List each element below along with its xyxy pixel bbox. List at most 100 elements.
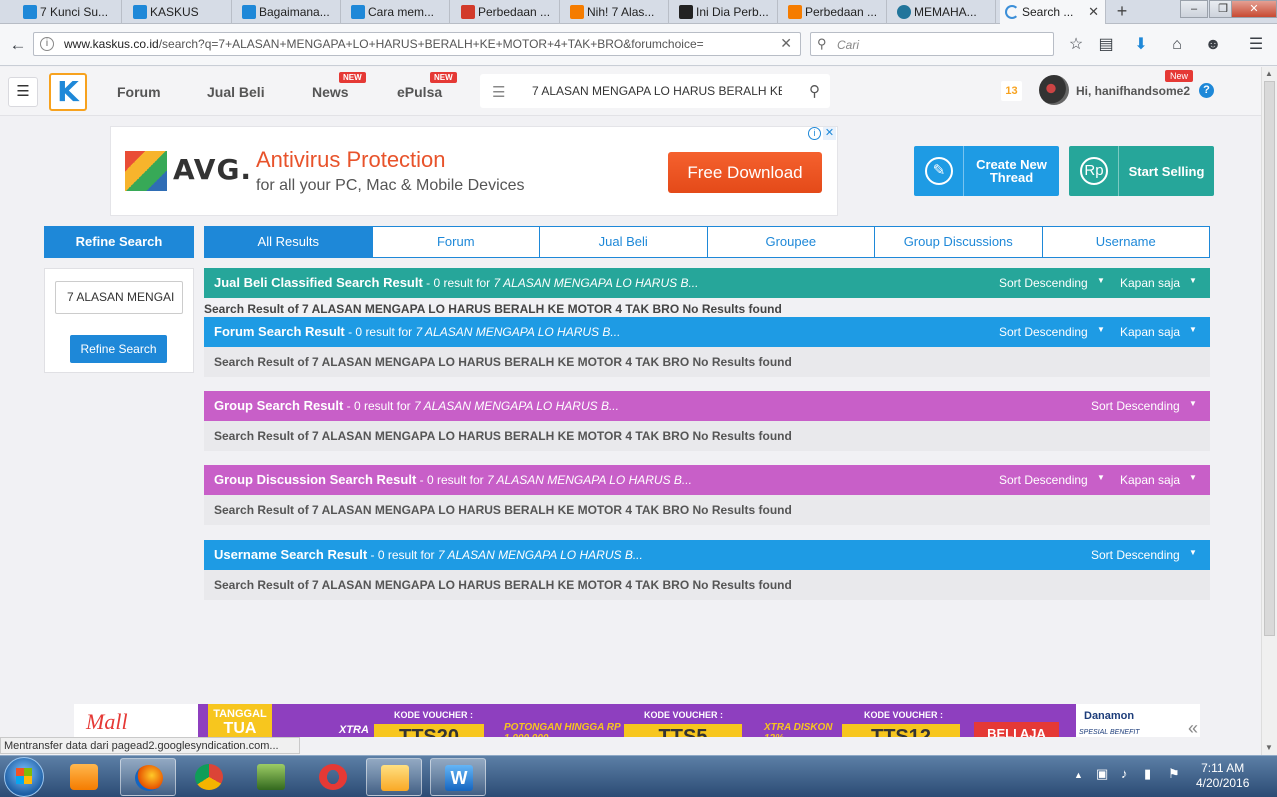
new-badge: NEW (430, 72, 457, 83)
browser-tab[interactable]: Cara mem... (346, 0, 450, 24)
tab-forum[interactable]: Forum (372, 226, 540, 258)
close-tab-icon[interactable]: ✕ (1088, 4, 1099, 20)
tray-device-icon[interactable]: ▣ (1096, 766, 1108, 782)
nav-jual-beli[interactable]: Jual Beli (207, 84, 265, 100)
nav-news[interactable]: News (312, 84, 349, 100)
new-badge: NEW (339, 72, 366, 83)
chrome-taskbar-button[interactable] (181, 758, 237, 796)
site-search-input[interactable]: 7 ALASAN MENGAPA LO HARUS BERALH KE M (532, 84, 782, 98)
list-icon[interactable]: ☰ (492, 83, 505, 101)
browser-tab[interactable]: Bagaimana... (237, 0, 341, 24)
collapse-arrow-icon[interactable]: « (1188, 718, 1198, 737)
browser-tab[interactable]: MEMAHA... (892, 0, 996, 24)
voucher-label: KODE VOUCHER : (644, 710, 724, 720)
media-player-taskbar-button[interactable] (56, 758, 112, 796)
sort-dropdown[interactable]: Sort Descending (999, 276, 1088, 290)
refine-search-button[interactable]: Refine Search (70, 335, 167, 363)
beli-aja-button[interactable]: BELI AJA (974, 722, 1059, 737)
free-download-button[interactable]: Free Download (668, 152, 822, 193)
reading-list-icon[interactable]: ▤ (1093, 32, 1119, 58)
create-thread-button[interactable]: ✎ Create New Thread (914, 146, 1059, 196)
web-page: ☰ K Forum Jual Beli News NEW ePulsa NEW … (0, 67, 1261, 737)
ad-close-icon[interactable]: ✕ (823, 127, 836, 140)
menu-icon[interactable]: ☰ (1243, 32, 1269, 58)
minimize-button[interactable]: – (1180, 0, 1208, 18)
network-icon[interactable]: ▮ (1144, 766, 1151, 782)
system-clock[interactable]: 7:11 AM 4/20/2016 (1196, 761, 1249, 791)
result-filter-tabs: All Results Forum Jual Beli Groupee Grou… (204, 226, 1210, 258)
window-close-button[interactable]: ✕ (1231, 0, 1277, 18)
caret-down-icon: ▼ (1189, 548, 1197, 557)
ad-info-icon[interactable]: i (808, 127, 821, 140)
back-arrow-icon[interactable]: ← (5, 32, 31, 58)
kaskus-logo[interactable]: K (49, 73, 87, 111)
nav-epulsa[interactable]: ePulsa (397, 84, 442, 100)
sort-dropdown[interactable]: Sort Descending (999, 473, 1088, 487)
tab-all-results[interactable]: All Results (204, 226, 373, 258)
result-empty-text: Search Result of 7 ALASAN MENGAPA LO HAR… (204, 495, 1210, 525)
avatar[interactable] (1039, 75, 1069, 105)
browser-search-input[interactable]: ⚲ Cari (810, 32, 1054, 56)
refine-search-input[interactable]: 7 ALASAN MENGAI (55, 281, 183, 314)
new-tab-button[interactable]: + (1110, 0, 1134, 24)
voucher-code: TTS12 (842, 724, 960, 737)
scroll-up-icon[interactable]: ▲ (1265, 69, 1273, 78)
bottom-ad-banner[interactable]: Mall TANGGAL TUA XTRA KODE VOUCHER : TTS2… (74, 704, 1200, 737)
browser-tab-active[interactable]: Search ... ✕ (1000, 0, 1106, 24)
chat-icon[interactable]: ☻ (1200, 32, 1226, 58)
site-info-icon[interactable]: i (40, 37, 54, 51)
danamon-subtext: SPESIAL BENEFIT PEMEGANG KARTU KREDIT DA… (1079, 729, 1140, 736)
start-button[interactable] (4, 757, 44, 797)
firefox-taskbar-button[interactable] (120, 758, 176, 796)
avg-ad-banner[interactable]: AVG. Antivirus Protection for all your P… (110, 126, 838, 216)
sort-dropdown[interactable]: Sort Descending (1091, 399, 1180, 413)
tab-username[interactable]: Username (1042, 226, 1210, 258)
tray-expand-icon[interactable]: ▲ (1074, 770, 1083, 780)
download-arrow-icon[interactable]: ⬇ (1128, 32, 1154, 58)
time-dropdown[interactable]: Kapan saja (1120, 473, 1180, 487)
search-icon[interactable]: ⚲ (809, 82, 820, 100)
tab-jual-beli[interactable]: Jual Beli (540, 226, 708, 258)
notification-count[interactable]: 13 (1001, 81, 1022, 101)
opera-taskbar-button[interactable] (305, 758, 361, 796)
jual-beli-result-header: Jual Beli Classified Search Result - 0 r… (204, 268, 1210, 298)
browser-tab[interactable]: Perbedaan ... (783, 0, 887, 24)
browser-tab[interactable]: Ini Dia Perb... (674, 0, 778, 24)
vertical-scrollbar[interactable]: ▲ ▼ (1261, 67, 1277, 757)
sort-dropdown[interactable]: Sort Descending (999, 325, 1088, 339)
sort-dropdown[interactable]: Sort Descending (1091, 548, 1180, 562)
help-icon[interactable]: ? (1199, 83, 1214, 98)
browser-tab[interactable]: Perbedaan ... (456, 0, 560, 24)
browser-tab[interactable]: Nih! 7 Alas... (565, 0, 669, 24)
scroll-down-icon[interactable]: ▼ (1265, 743, 1273, 752)
matahari-mall-logo: Mall (86, 709, 128, 734)
group-result-header: Group Search Result - 0 result for 7 ALA… (204, 391, 1210, 421)
computer-taskbar-button[interactable] (243, 758, 299, 796)
tab-group-discussions[interactable]: Group Discussions (875, 226, 1043, 258)
address-bar[interactable]: i www.kaskus.co.id/search?q=7+ALASAN+MEN… (33, 32, 801, 56)
bookmark-star-icon[interactable]: ☆ (1063, 32, 1089, 58)
volume-icon[interactable]: ♪ (1121, 766, 1128, 781)
flag-icon[interactable]: ⚑ (1168, 766, 1180, 782)
scrollbar-thumb[interactable] (1264, 81, 1275, 636)
browser-tab[interactable]: KASKUS (128, 0, 232, 24)
kaskus-favicon-icon (351, 5, 365, 19)
search-icon: ⚲ (817, 36, 827, 51)
time-dropdown[interactable]: Kapan saja (1120, 325, 1180, 339)
user-greeting[interactable]: Hi, hanifhandsome2 (1076, 84, 1190, 98)
stop-loading-icon[interactable]: ✕ (780, 35, 792, 52)
hamburger-menu-icon[interactable]: ☰ (8, 77, 38, 107)
start-selling-button[interactable]: Rp Start Selling (1069, 146, 1214, 196)
explorer-taskbar-button[interactable] (366, 758, 422, 796)
tab-groupee[interactable]: Groupee (707, 226, 875, 258)
group-discussion-result-header: Group Discussion Search Result - 0 resul… (204, 465, 1210, 495)
home-icon[interactable]: ⌂ (1164, 32, 1190, 58)
word-taskbar-button[interactable]: W (430, 758, 486, 796)
computer-icon (257, 764, 285, 790)
caret-down-icon: ▼ (1189, 325, 1197, 334)
blogger-favicon-icon (788, 5, 802, 19)
username-result-header: Username Search Result - 0 result for 7 … (204, 540, 1210, 570)
nav-forum[interactable]: Forum (117, 84, 161, 100)
browser-tab[interactable]: 7 Kunci Su... (18, 0, 122, 24)
time-dropdown[interactable]: Kapan saja (1120, 276, 1180, 290)
